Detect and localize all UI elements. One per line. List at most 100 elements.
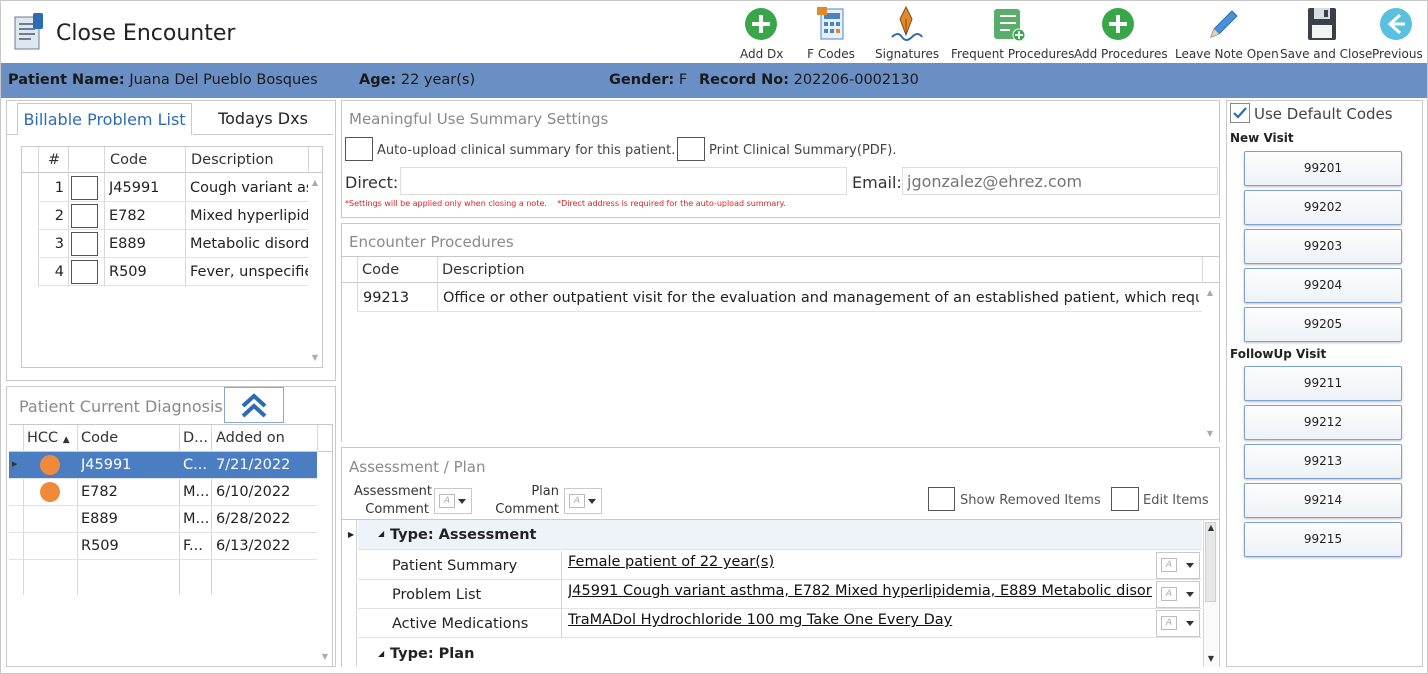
current-diagnosis-panel: Patient Current Diagnosis HCC ▲ Code D..… [6, 386, 336, 667]
patient-age: 22 year(s) [400, 72, 476, 88]
chevron-down-icon [588, 499, 596, 504]
scroll-down-arrow[interactable]: ▼ [309, 352, 321, 364]
scroll-up-arrow[interactable]: ▲ [309, 177, 321, 189]
direct-address-input[interactable] [400, 167, 847, 195]
assessment-plan-grid: ▶ ◢ Type: Assessment Patient Summary Fema… [342, 519, 1219, 667]
visit-code-button-99204[interactable]: 99204 [1244, 268, 1402, 303]
double-chevron-up-icon [241, 393, 267, 418]
scrollbar-thumb[interactable] [1205, 522, 1216, 602]
text-format-icon: A [1161, 587, 1177, 601]
procedure-row[interactable]: 99213 Office or other outpatient visit f… [357, 284, 1202, 312]
signatures-button[interactable]: Signatures [875, 5, 939, 61]
billable-problem-table: # Code Description 1 J45991 Cough variant … [21, 146, 323, 368]
email-input[interactable] [902, 167, 1218, 195]
back-arrow-icon [1380, 8, 1412, 40]
visit-code-button-99201[interactable]: 99201 [1244, 151, 1402, 186]
assessment-row[interactable]: Problem List J45991 Cough variant asthma,… [358, 580, 1202, 609]
collapse-button[interactable] [224, 387, 284, 423]
auto-upload-label: Auto-upload clinical summary for this pa… [377, 143, 676, 158]
assessment-plan-title: Assessment / Plan [349, 458, 486, 476]
add-procedures-button[interactable]: Add Procedures [1074, 5, 1168, 61]
table-row[interactable]: ▶ J45991 C... 7/21/2022 [9, 452, 317, 479]
assessment-comment-dropdown[interactable]: A [434, 488, 472, 514]
group-assessment[interactable]: ◢ Type: Assessment [358, 520, 1202, 550]
visit-code-button-99213[interactable]: 99213 [1244, 444, 1402, 479]
leave-note-open-button[interactable]: Leave Note Open [1175, 5, 1279, 61]
table-row[interactable]: R509 F... 6/13/2022 [9, 533, 317, 560]
assessment-plan-panel: Assessment / Plan Assessment Comment A Pl… [341, 447, 1220, 667]
scroll-down-arrow[interactable]: ▼ [319, 651, 331, 663]
show-removed-checkbox[interactable] [928, 487, 955, 511]
meaningful-use-title: Meaningful Use Summary Settings [349, 110, 609, 128]
page-title: Close Encounter [56, 21, 236, 46]
row-checkbox[interactable] [71, 176, 98, 200]
table-row[interactable]: 2E782Mixed hyperlipidemia [38, 202, 308, 230]
assessment-value-link[interactable]: Female patient of 22 year(s) [568, 554, 1152, 570]
visit-code-button-99214[interactable]: 99214 [1244, 483, 1402, 518]
patient-name-label: Patient Name: [8, 72, 125, 88]
print-summary-checkbox[interactable] [677, 137, 705, 161]
encounter-document-icon [11, 13, 47, 53]
assessment-row[interactable]: Patient Summary Female patient of 22 year… [358, 551, 1202, 580]
group-plan[interactable]: ◢ Type: Plan [358, 640, 1202, 667]
text-format-icon: A [1161, 616, 1177, 630]
scroll-up-arrow[interactable]: ▲ [1205, 522, 1217, 534]
current-diagnosis-title: Patient Current Diagnosis [19, 397, 223, 416]
collapse-triangle-icon[interactable]: ◢ [378, 529, 384, 538]
save-floppy-icon [1308, 8, 1336, 40]
table-row[interactable]: E782 M... 6/10/2022 [9, 479, 317, 506]
use-default-codes-checkbox[interactable] [1230, 103, 1250, 123]
visit-code-button-99203[interactable]: 99203 [1244, 229, 1402, 264]
visit-code-button-99202[interactable]: 99202 [1244, 190, 1402, 225]
save-and-close-button[interactable]: Save and Close [1280, 5, 1372, 61]
assessment-value-link[interactable]: TraMADol Hydrochloride 100 mg Take One E… [568, 612, 1152, 628]
text-format-icon: A [1161, 558, 1177, 572]
f-codes-button[interactable]: F Codes [807, 5, 855, 61]
visit-code-button-99205[interactable]: 99205 [1244, 307, 1402, 342]
billable-table-header: # Code Description [22, 147, 322, 173]
row-checkbox[interactable] [71, 260, 98, 284]
previous-button[interactable]: Previous [1372, 5, 1423, 61]
row-checkbox[interactable] [71, 232, 98, 256]
show-removed-label: Show Removed Items [960, 493, 1101, 508]
table-row[interactable]: 3E889Metabolic disorder [38, 230, 308, 258]
followup-visit-label: FollowUp Visit [1230, 347, 1327, 361]
table-row[interactable]: 4R509Fever, unspecified [38, 258, 308, 286]
close-encounter-window: Close Encounter Add Dx F Codes Signature… [0, 0, 1428, 674]
row-format-dropdown[interactable]: A [1156, 552, 1200, 579]
direct-label: Direct: [345, 173, 399, 192]
add-dx-icon [745, 8, 777, 40]
scroll-down-arrow[interactable]: ▼ [1204, 428, 1216, 440]
chevron-down-icon [1186, 563, 1194, 568]
patient-record-no: 202206-0002130 [793, 72, 919, 88]
row-checkbox[interactable] [71, 204, 98, 228]
visit-code-button-99211[interactable]: 99211 [1244, 366, 1402, 401]
tab-billable-problem-list[interactable]: Billable Problem List [17, 103, 192, 135]
auto-upload-checkbox[interactable] [345, 137, 373, 161]
scroll-up-arrow[interactable]: ▲ [1204, 287, 1216, 299]
row-format-dropdown[interactable]: A [1156, 581, 1200, 608]
chevron-down-icon [458, 499, 466, 504]
signature-pen-icon [891, 5, 923, 41]
settings-note: *Settings will be applied only when clos… [345, 199, 786, 208]
assessment-row[interactable]: Active Medications TraMADol Hydrochloride… [358, 609, 1202, 638]
table-row[interactable]: 1J45991Cough variant asthma [38, 174, 308, 202]
collapse-triangle-icon[interactable]: ◢ [378, 649, 384, 658]
edit-items-checkbox[interactable] [1111, 487, 1139, 511]
frequent-procedures-button[interactable]: Frequent Procedures [951, 5, 1074, 61]
f-codes-icon [817, 7, 844, 40]
table-row[interactable]: E889 M... 6/28/2022 [9, 506, 317, 533]
plan-comment-dropdown[interactable]: A [564, 488, 602, 514]
tab-todays-dxs[interactable]: Todays Dxs [193, 103, 333, 135]
visit-code-button-99215[interactable]: 99215 [1244, 522, 1402, 557]
age-label: Age: [359, 72, 397, 88]
text-format-icon: A [569, 494, 585, 508]
hcc-sort-header[interactable]: HCC ▲ [27, 430, 70, 446]
add-dx-button[interactable]: Add Dx [740, 5, 783, 61]
assessment-value-link[interactable]: J45991 Cough variant asthma, E782 Mixed … [568, 583, 1152, 599]
hcc-indicator-dot [40, 455, 60, 475]
row-format-dropdown[interactable]: A [1156, 610, 1200, 637]
checkmark-icon [1233, 107, 1247, 119]
visit-code-button-99212[interactable]: 99212 [1244, 405, 1402, 440]
scroll-down-arrow[interactable]: ▼ [1205, 653, 1217, 665]
